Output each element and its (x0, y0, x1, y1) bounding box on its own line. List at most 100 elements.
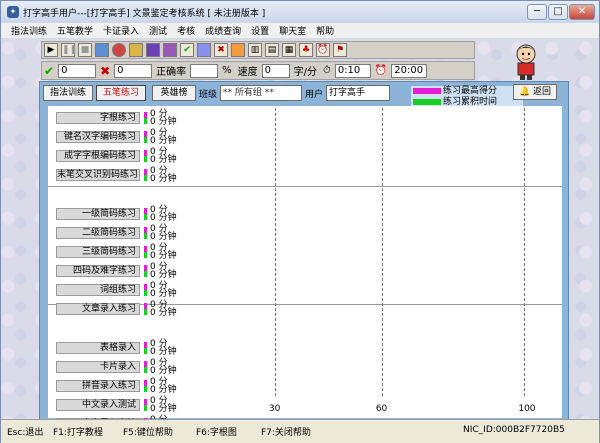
alarm-icon[interactable]: ⏰ (316, 43, 330, 57)
time-value: 0 分钟 (150, 347, 177, 357)
best-score-swatch (413, 88, 441, 94)
chart-row: 文章录入练习 0 分0 分钟 (48, 301, 562, 318)
row-label: 三级简码练习 (56, 246, 140, 258)
check-icon[interactable]: ✔ (180, 43, 194, 57)
wubi-practice-panel: 指法训练 五笔练习 英雄榜 班级 ** 所有组 ** 用户 打字高手 练习最高得… (39, 81, 569, 433)
stats-icon[interactable] (146, 43, 160, 57)
orange-square-icon[interactable] (231, 43, 245, 57)
best-score-legend: 练习最高得分 (443, 86, 498, 96)
status-f6: F6:字根图 (196, 428, 237, 438)
menu-item-card-entry[interactable]: 卡证录入 (103, 24, 139, 37)
menu-item-scores[interactable]: 成绩查询 (205, 24, 241, 37)
speed-label: 速度 (237, 67, 258, 78)
maximize-button[interactable]: □ (548, 4, 568, 20)
chart-row: 一级简码练习 0 分0 分钟 (48, 206, 562, 223)
total-time-bar (144, 252, 147, 258)
row-label: 末笔交叉识别码练习 (56, 169, 140, 181)
correct-check-icon: ✔ (44, 63, 55, 78)
time-value: 0 分钟 (150, 404, 177, 414)
total-time-bar (144, 290, 147, 296)
elapsed-time: 0:10 (334, 63, 371, 78)
gridline (524, 108, 526, 396)
finger-training-button[interactable]: 指法训练 (43, 85, 93, 101)
time-value: 0 分钟 (150, 251, 177, 261)
row-values: 0 分0 分钟 (150, 263, 177, 280)
row-label: 表格录入 (56, 342, 140, 354)
tutorial-icon[interactable] (112, 43, 126, 57)
chart-row: 三级简码练习 0 分0 分钟 (48, 244, 562, 261)
chart-icon[interactable]: ▥ (248, 43, 262, 57)
blue-square-icon[interactable] (197, 43, 211, 57)
menu-item-chat[interactable]: 聊天室 (279, 24, 306, 37)
total-time-bar (144, 405, 147, 411)
play-icon[interactable]: ▶ (44, 43, 58, 57)
time-value: 0 分钟 (150, 174, 177, 184)
row-label: 中文录入测试 (56, 399, 140, 411)
speed-value: 0 (261, 63, 290, 78)
status-f7: F7:关闭帮助 (261, 428, 311, 438)
cross-icon[interactable]: ✖ (214, 43, 228, 57)
time-value: 0 分钟 (150, 270, 177, 280)
time-value: 0 分钟 (150, 366, 177, 376)
chart-row: 字根练习 0 分0 分钟 (48, 110, 562, 127)
keyboard-icon[interactable]: ▤ (265, 43, 279, 57)
row-values: 0 分0 分钟 (150, 244, 177, 261)
total-time-bar (144, 271, 147, 277)
row-label: 词组练习 (56, 284, 140, 296)
row-label: 二级简码练习 (56, 227, 140, 239)
window-title: 打字高手用户---[打字高手] 文景鉴定考核系统 [ 未注册版本 ] (23, 8, 266, 19)
wubi-icon[interactable] (129, 43, 143, 57)
pause-icon[interactable]: ❚❚ (61, 43, 77, 57)
row-label: 卡片录入 (56, 361, 140, 373)
group-icon[interactable]: ♣ (299, 43, 313, 57)
menu-item-wubi[interactable]: 五笔教学 (57, 24, 93, 37)
menu-item-help[interactable]: 帮助 (316, 24, 334, 37)
row-label: 文章录入练习 (56, 303, 140, 315)
class-label: 班级 (199, 89, 218, 100)
total-time-bar (144, 118, 147, 124)
minimize-button[interactable]: ─ (527, 4, 547, 20)
back-label: 返回 (533, 87, 552, 97)
close-button[interactable]: ✕ (569, 4, 595, 20)
menu-item-exam[interactable]: 考核 (177, 24, 195, 37)
row-label: 成字字根编码练习 (56, 150, 140, 162)
practice-chart: 字根练习 0 分0 分钟 键名汉字编码练习 0 分0 分钟 成字字根编码练习 0 分0 分… (48, 106, 562, 433)
time-value: 0 分钟 (150, 117, 177, 127)
chart-row: 中文录入测试 0 分0 分钟 (48, 397, 562, 414)
menu-item-finger-training[interactable]: 指法训练 (11, 24, 47, 37)
time-value: 0 分钟 (150, 155, 177, 165)
menu-item-test[interactable]: 测试 (149, 24, 167, 37)
row-values: 0 分0 分钟 (150, 110, 177, 127)
book-icon[interactable]: ▦ (282, 43, 296, 57)
status-esc: Esc:退出 (7, 428, 44, 438)
total-time-bar (144, 214, 147, 220)
stopwatch-icon: ⏱ (323, 65, 331, 76)
time-value: 0 分钟 (150, 308, 177, 318)
total-time-bar (144, 175, 147, 181)
accuracy-value (190, 63, 219, 78)
row-values: 0 分0 分钟 (150, 225, 177, 242)
stats-bar: ✔ 0 ✖ 0 正确率 % 速度 0 字/分 ⏱ 0:10 ⏰ 20:00 (41, 61, 475, 80)
status-f5: F5:键位帮助 (123, 428, 173, 438)
time-value: 0 分钟 (150, 232, 177, 242)
row-values: 0 分0 分钟 (150, 129, 177, 146)
hero-board-button[interactable]: 英雄榜 (152, 85, 196, 101)
chart-row: 表格录入 0 分0 分钟 (48, 340, 562, 357)
exit-icon[interactable]: ⚑ (333, 43, 347, 57)
grid-icon[interactable] (163, 43, 177, 57)
stop-icon[interactable]: ■ (78, 43, 92, 57)
chart-row: 词组练习 0 分0 分钟 (48, 282, 562, 299)
total-time-swatch (413, 99, 441, 105)
wubi-practice-button[interactable]: 五笔练习 (96, 85, 146, 101)
row-values: 0 分0 分钟 (150, 282, 177, 299)
title-bar: ✦ 打字高手用户---[打字高手] 文景鉴定考核系统 [ 未注册版本 ] ─ □… (1, 1, 599, 23)
user-select[interactable]: 打字高手 (326, 85, 391, 101)
lesson-icon[interactable] (95, 43, 109, 57)
chart-row: 卡片录入 0 分0 分钟 (48, 359, 562, 376)
row-values: 0 分0 分钟 (150, 301, 177, 318)
menu-item-settings[interactable]: 设置 (251, 24, 269, 37)
class-select[interactable]: ** 所有组 ** (220, 85, 303, 101)
toolbar: ▶ ❚❚ ■ ✔ ✖ ▥ ▤ ▦ ♣ ⏰ ⚑ (41, 41, 475, 59)
back-button[interactable]: 🔔 返回 (513, 84, 557, 100)
chart-row: 二级简码练习 0 分0 分钟 (48, 225, 562, 242)
